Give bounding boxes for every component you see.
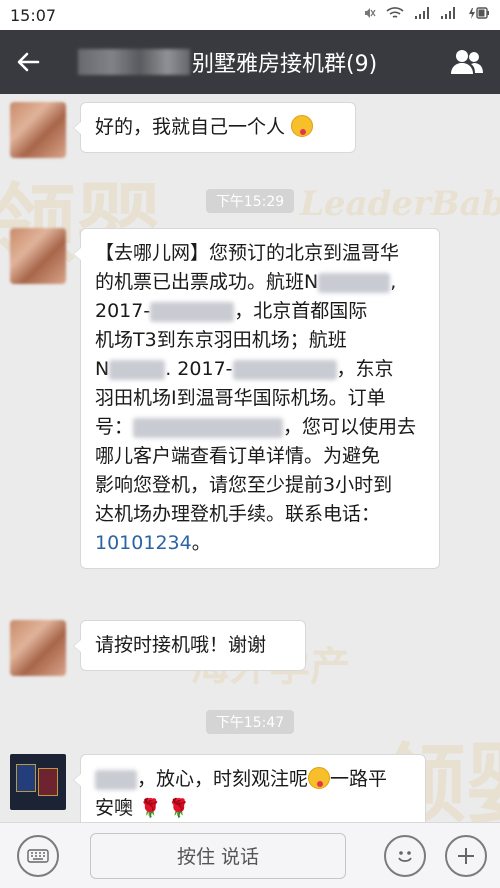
signal-icon bbox=[414, 6, 430, 24]
phone-link[interactable]: 10101234 bbox=[95, 532, 192, 554]
back-arrow-icon bbox=[17, 52, 40, 72]
keyboard-icon bbox=[17, 834, 59, 877]
message-bubble[interactable]: 请按时接机哦！谢谢 bbox=[73, 620, 306, 671]
rose-icon: 🌹 bbox=[139, 798, 162, 819]
status-bar: 15:07 bbox=[0, 0, 500, 30]
keyboard-toggle-button[interactable] bbox=[0, 823, 76, 888]
plus-icon bbox=[445, 834, 487, 877]
tongue-out-emoji-icon bbox=[308, 767, 331, 789]
status-time: 15:07 bbox=[10, 5, 57, 25]
avatar[interactable] bbox=[10, 102, 66, 158]
rose-icon: 🌹 bbox=[167, 798, 190, 819]
status-icons bbox=[362, 6, 490, 24]
emoji-button[interactable] bbox=[372, 823, 438, 888]
redacted-order-number bbox=[133, 417, 284, 438]
timestamp: 下午15:47 bbox=[0, 710, 500, 734]
chat-title-wrap: 别墅雅房接机群(9) bbox=[56, 30, 434, 94]
group-members-icon bbox=[451, 50, 483, 74]
emoji-icon bbox=[384, 834, 426, 877]
message-list[interactable]: 领婴 LeaderBaby 领婴 海外孕产 领婴 好的，我就自己一个人 下午15… bbox=[0, 94, 500, 822]
avatar[interactable] bbox=[10, 228, 66, 284]
back-button[interactable] bbox=[0, 30, 56, 94]
redacted-date bbox=[150, 301, 235, 322]
message-bubble[interactable]: 好的，我就自己一个人 bbox=[73, 102, 356, 153]
battery-charging-icon bbox=[466, 6, 490, 24]
timestamp: 下午15:29 bbox=[0, 189, 500, 213]
chat-title: 别墅雅房接机群(9) bbox=[192, 52, 378, 77]
group-info-button[interactable] bbox=[434, 30, 500, 94]
tongue-out-emoji-icon bbox=[291, 115, 314, 137]
redacted-name bbox=[95, 769, 137, 790]
redacted-flight-number bbox=[109, 359, 166, 380]
chat-header: 别墅雅房接机群(9) bbox=[0, 30, 500, 94]
silent-icon bbox=[362, 6, 376, 24]
redacted-group-name bbox=[78, 49, 190, 75]
input-bar: 按住 说话 bbox=[0, 822, 500, 888]
avatar[interactable] bbox=[10, 620, 66, 676]
avatar[interactable] bbox=[10, 754, 66, 810]
wifi-icon bbox=[386, 6, 404, 24]
message-bubble[interactable]: 【去哪儿网】您预订的北京到温哥华 的机票已出票成功。航班N, 2017- ，北京首… bbox=[73, 228, 440, 569]
signal-icon bbox=[440, 6, 456, 24]
more-button[interactable] bbox=[438, 823, 494, 888]
chat-screen: 15:07 别墅雅房接机群(9) 领婴 LeaderBa 好的，我就自己一个人 … bbox=[0, 0, 500, 888]
redacted-date bbox=[232, 359, 337, 380]
message-bubble[interactable]: ，放心，时刻观注呢 一路平 安噢 🌹 🌹 bbox=[73, 754, 426, 822]
redacted-flight-number bbox=[318, 272, 391, 293]
hold-to-talk-button[interactable]: 按住 说话 bbox=[90, 832, 346, 879]
